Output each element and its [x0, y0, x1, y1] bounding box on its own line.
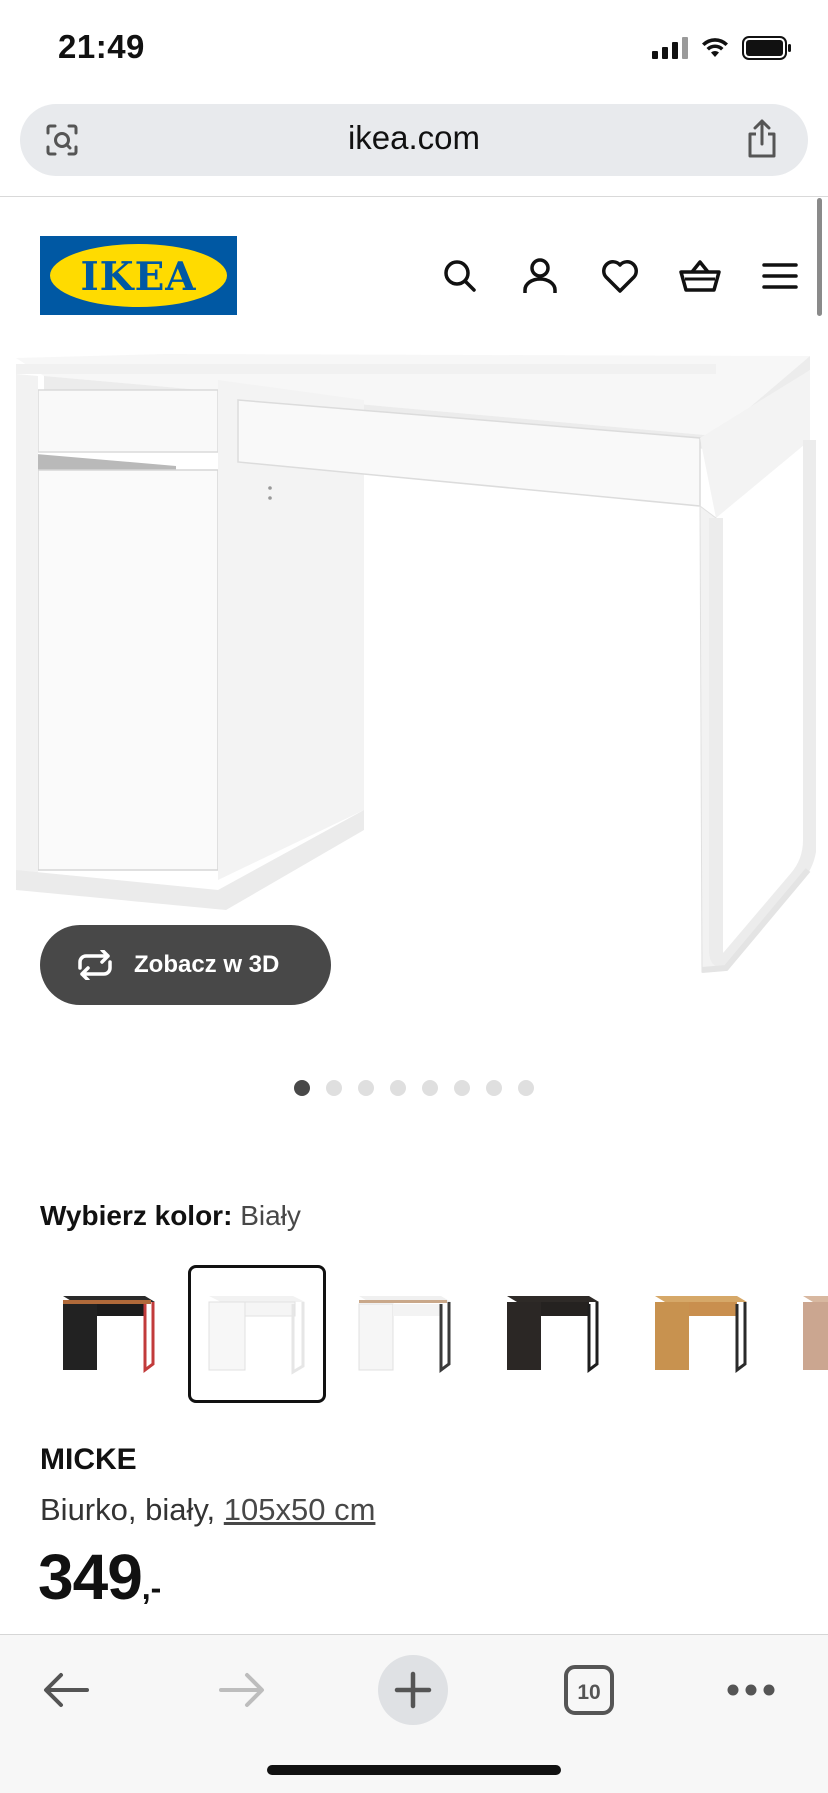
heart-icon — [602, 260, 638, 293]
color-swatches — [40, 1265, 828, 1407]
gallery-dot[interactable] — [294, 1080, 310, 1096]
hamburger-menu-icon — [762, 263, 798, 289]
share-icon[interactable] — [744, 118, 780, 160]
plus-icon — [394, 1671, 432, 1709]
color-swatch-black-red[interactable] — [40, 1265, 178, 1403]
forward-button[interactable] — [212, 1655, 272, 1725]
status-icons — [652, 36, 792, 60]
color-value: Biały — [240, 1200, 301, 1231]
gallery-dot[interactable] — [454, 1080, 470, 1096]
url-text[interactable]: ikea.com — [20, 119, 808, 157]
ikea-logo[interactable]: IKEA — [40, 236, 237, 315]
price-integer: 349 — [38, 1541, 143, 1613]
forward-arrow-icon — [219, 1673, 264, 1707]
new-tab-circle — [378, 1655, 448, 1725]
gallery-dot[interactable] — [486, 1080, 502, 1096]
gallery-dot[interactable] — [326, 1080, 342, 1096]
product-image-desk[interactable] — [16, 350, 816, 980]
favourites-button[interactable] — [580, 252, 660, 300]
product-name: MICKE — [40, 1443, 137, 1476]
gallery-dot[interactable] — [390, 1080, 406, 1096]
color-swatch-white[interactable] — [188, 1265, 326, 1403]
search-button[interactable] — [420, 252, 500, 300]
more-dots-icon — [727, 1684, 775, 1696]
color-swatch-light-wood[interactable] — [780, 1265, 828, 1403]
color-swatch-oak[interactable] — [632, 1265, 770, 1403]
color-label: Wybierz kolor: — [40, 1200, 233, 1231]
logo-ellipse: IKEA — [50, 244, 227, 307]
search-icon — [444, 260, 476, 292]
status-time: 21:49 — [58, 28, 145, 65]
gallery-dot[interactable] — [358, 1080, 374, 1096]
account-button[interactable] — [500, 252, 580, 300]
gallery-dot[interactable] — [422, 1080, 438, 1096]
price-suffix: ,- — [141, 1570, 162, 1606]
back-arrow-icon — [44, 1673, 89, 1707]
battery-icon — [742, 36, 791, 60]
color-swatch-black-brown[interactable] — [484, 1265, 622, 1403]
view-3d-button[interactable]: Zobacz w 3D — [40, 925, 331, 1005]
rotate-3d-icon — [74, 950, 116, 980]
tab-count: 10 — [577, 1681, 600, 1704]
header-actions — [420, 252, 820, 300]
tabs-button[interactable]: 10 — [562, 1655, 616, 1725]
cellular-signal-icon — [652, 37, 688, 59]
product-size-link[interactable]: 105x50 cm — [224, 1492, 376, 1527]
home-indicator — [267, 1765, 561, 1775]
address-bar[interactable]: ikea.com — [20, 104, 808, 176]
cart-button[interactable] — [660, 252, 740, 300]
gallery-dot[interactable] — [518, 1080, 534, 1096]
user-icon — [523, 258, 557, 293]
color-selector-heading: Wybierz kolor: Biały — [40, 1200, 301, 1232]
view-3d-label: Zobacz w 3D — [134, 951, 280, 978]
back-button[interactable] — [36, 1655, 96, 1725]
status-bar: 21:49 — [0, 0, 828, 100]
menu-button[interactable] — [740, 252, 820, 300]
basket-icon — [679, 260, 721, 292]
wifi-icon — [702, 38, 728, 57]
tabs-icon: 10 — [564, 1665, 614, 1715]
product-description: Biurko, biały, 105x50 cm — [40, 1492, 375, 1528]
logo-text: IKEA — [80, 254, 197, 300]
gallery-pagination — [294, 1080, 534, 1096]
new-tab-button[interactable] — [378, 1655, 448, 1725]
more-button[interactable] — [724, 1655, 778, 1725]
product-type: Biurko, biały, — [40, 1492, 224, 1527]
product-price: 349,- — [38, 1540, 161, 1614]
browser-divider — [0, 196, 828, 197]
color-swatch-white-anthracite[interactable] — [336, 1265, 474, 1403]
